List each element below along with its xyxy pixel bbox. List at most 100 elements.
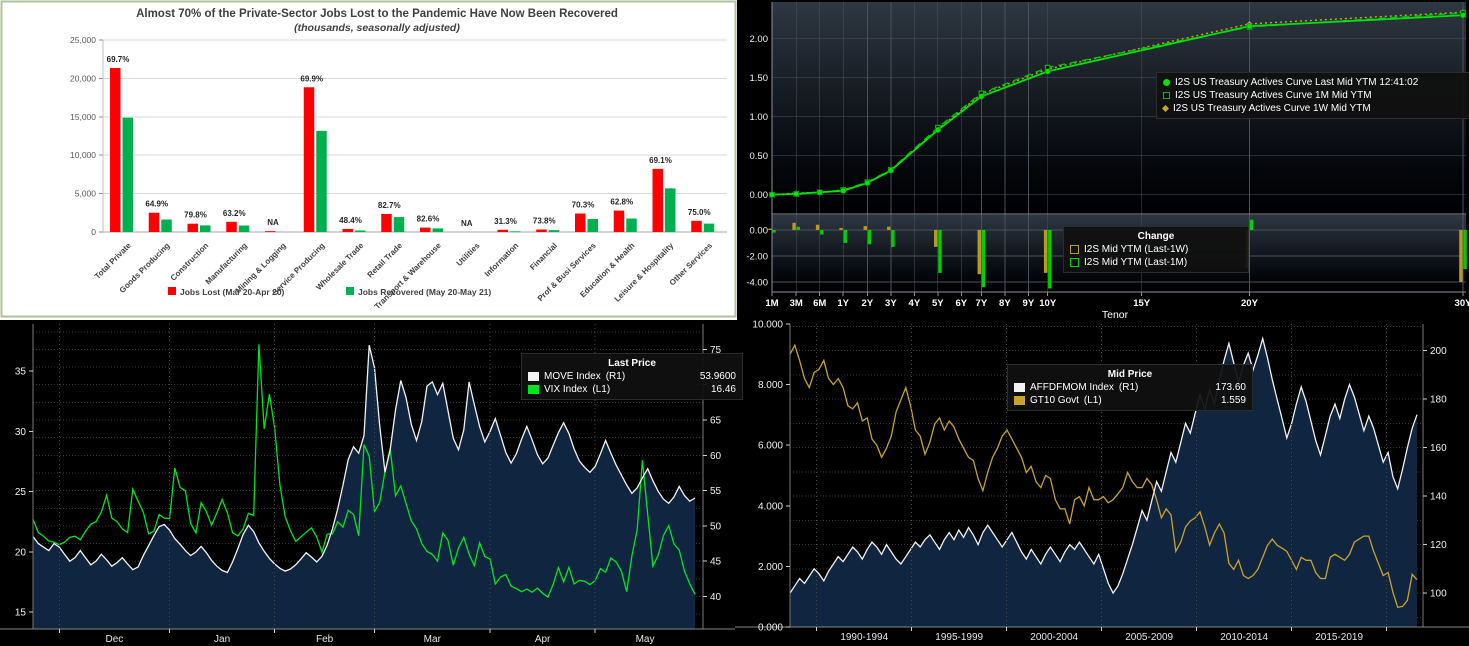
- x-axis-labels: 1990-19941995-19992000-20042005-20092010…: [817, 627, 1387, 643]
- svg-text:25,000: 25,000: [70, 35, 96, 45]
- svg-text:15Y: 15Y: [1133, 298, 1151, 309]
- legend-row-change-1m: I2S Mid YTM (Last-1M): [1070, 256, 1242, 269]
- svg-text:65: 65: [710, 416, 722, 427]
- svg-text:62.8%: 62.8%: [610, 198, 633, 207]
- svg-text:Jan: Jan: [214, 634, 230, 645]
- svg-text:2000-2004: 2000-2004: [1030, 632, 1078, 643]
- svg-text:10,000: 10,000: [70, 150, 96, 160]
- series-axis: (L1): [1084, 394, 1102, 407]
- affdfmom-gt10-panel[interactable]: 10.0008.0006.0004.0002.0000.000200180160…: [735, 320, 1469, 646]
- svg-text:69.9%: 69.9%: [300, 74, 323, 83]
- legend-row-affdfmom: AFFDFMOM Index (R1) 173.60: [1014, 381, 1246, 394]
- move-vix-panel[interactable]: 35302520157570656055504540DecJanFebMarAp…: [0, 320, 735, 646]
- svg-text:2005-2009: 2005-2009: [1125, 632, 1173, 643]
- series-name: MOVE Index: [544, 370, 601, 383]
- svg-text:82.6%: 82.6%: [417, 215, 440, 224]
- legend-row-1m: I2S US Treasury Actives Curve 1M Mid YTM: [1163, 89, 1469, 102]
- svg-text:Jobs Recovered (May 20-May 21): Jobs Recovered (May 20-May 21): [358, 287, 491, 297]
- svg-text:200: 200: [1430, 346, 1447, 357]
- svg-text:Tenor: Tenor: [1102, 309, 1129, 320]
- svg-text:9Y: 9Y: [1023, 298, 1035, 309]
- svg-text:69.1%: 69.1%: [649, 156, 672, 165]
- series-value: 16.46: [615, 383, 736, 396]
- svg-text:25: 25: [15, 487, 27, 498]
- svg-text:48.4%: 48.4%: [339, 216, 362, 225]
- series-value: 1.559: [1107, 394, 1246, 407]
- svg-text:4Y: 4Y: [909, 298, 921, 309]
- swatch-icon: [1014, 383, 1025, 392]
- svg-text:50: 50: [710, 521, 722, 532]
- svg-text:8.000: 8.000: [758, 380, 783, 391]
- series-axis: (R1): [606, 370, 625, 383]
- svg-text:30Y: 30Y: [1455, 298, 1469, 309]
- svg-text:0.00: 0.00: [750, 190, 769, 201]
- svg-text:0.00: 0.00: [750, 225, 769, 236]
- legend-row-change-1w: I2S Mid YTM (Last-1W): [1070, 243, 1242, 256]
- svg-text:NA: NA: [461, 219, 473, 228]
- swatch-outline-icon: [1070, 245, 1079, 254]
- mid-price-legend[interactable]: Mid Price AFFDFMOM Index (R1) 173.60 GT1…: [1007, 364, 1253, 411]
- series-name: GT10 Govt: [1030, 394, 1079, 407]
- svg-text:(thousands, seasonally adjuste: (thousands, seasonally adjusted): [294, 22, 460, 34]
- series-value: 173.60: [1143, 381, 1246, 394]
- svg-text:1M: 1M: [765, 298, 778, 309]
- svg-text:20Y: 20Y: [1241, 298, 1259, 309]
- svg-text:6M: 6M: [813, 298, 826, 309]
- svg-text:15: 15: [15, 608, 27, 619]
- svg-text:7Y: 7Y: [976, 298, 988, 309]
- curve-legend[interactable]: I2S US Treasury Actives Curve Last Mid Y…: [1156, 72, 1469, 119]
- legend-label: I2S Mid YTM (Last-1M): [1084, 256, 1187, 269]
- marker-asterisk-icon: [1162, 105, 1169, 112]
- svg-text:4.000: 4.000: [758, 501, 783, 512]
- svg-text:82.7%: 82.7%: [378, 201, 401, 210]
- svg-text:2Y: 2Y: [862, 298, 874, 309]
- terminal-screen: Almost 70% of the Private-Sector Jobs Lo…: [0, 0, 1469, 646]
- svg-text:31.3%: 31.3%: [494, 217, 517, 226]
- svg-text:5,000: 5,000: [75, 189, 97, 199]
- swatch-icon: [528, 372, 539, 381]
- legend-row-1w: I2S US Treasury Actives Curve 1W Mid YTM: [1163, 102, 1469, 115]
- x-axis-labels: DecJanFebMarAprMay20202021: [59, 629, 654, 646]
- svg-text:0.50: 0.50: [750, 151, 769, 162]
- change-legend[interactable]: Change I2S Mid YTM (Last-1W) I2S Mid YTM…: [1063, 226, 1249, 273]
- svg-text:10.000: 10.000: [752, 320, 783, 331]
- svg-text:30: 30: [15, 427, 27, 438]
- svg-text:120: 120: [1430, 540, 1447, 551]
- svg-text:0.000: 0.000: [758, 623, 783, 634]
- svg-text:-4.00: -4.00: [746, 277, 768, 288]
- svg-text:1990-1994: 1990-1994: [840, 632, 888, 643]
- svg-text:180: 180: [1430, 395, 1447, 406]
- swatch-icon: [1014, 396, 1025, 405]
- svg-text:40: 40: [710, 592, 722, 603]
- svg-text:May: May: [636, 634, 655, 645]
- jobs-chart: Almost 70% of the Private-Sector Jobs Lo…: [0, 0, 737, 320]
- legend-label: I2S Mid YTM (Last-1W): [1084, 243, 1188, 256]
- move-vix-legend[interactable]: Last Price MOVE Index (R1) 53.9600 VIX I…: [521, 353, 743, 400]
- svg-text:-2.00: -2.00: [746, 251, 768, 262]
- svg-text:1Y: 1Y: [837, 298, 849, 309]
- jobs-chart-panel: Almost 70% of the Private-Sector Jobs Lo…: [0, 0, 737, 320]
- svg-text:15,000: 15,000: [70, 112, 96, 122]
- legend-row-gt10: GT10 Govt (L1) 1.559: [1014, 394, 1246, 407]
- svg-text:Dec: Dec: [106, 634, 124, 645]
- legend-label: I2S US Treasury Actives Curve Last Mid Y…: [1175, 76, 1418, 89]
- legend-label: I2S US Treasury Actives Curve 1W Mid YTM: [1173, 102, 1371, 115]
- svg-text:3M: 3M: [790, 298, 803, 309]
- svg-text:140: 140: [1430, 492, 1447, 503]
- svg-text:Apr: Apr: [535, 634, 551, 645]
- swatch-outline-icon: [1070, 258, 1079, 267]
- legend-row-move: MOVE Index (R1) 53.9600: [528, 370, 736, 383]
- marker-dot-icon: [1163, 79, 1170, 86]
- svg-text:2015-2019: 2015-2019: [1315, 632, 1363, 643]
- legend-label: I2S US Treasury Actives Curve 1M Mid YTM: [1175, 89, 1372, 102]
- series-axis: (L1): [592, 383, 610, 396]
- svg-text:45: 45: [710, 557, 722, 568]
- svg-text:70.3%: 70.3%: [572, 201, 595, 210]
- series-axis: (R1): [1119, 381, 1138, 394]
- svg-text:2.000: 2.000: [758, 562, 783, 573]
- svg-text:1.00: 1.00: [750, 112, 769, 123]
- svg-text:NA: NA: [267, 218, 279, 227]
- svg-text:8Y: 8Y: [999, 298, 1011, 309]
- tenor-axis: 1M3M6M1Y2Y3Y4Y5Y6Y7Y8Y9Y10Y15Y20Y30YTeno…: [765, 292, 1469, 320]
- treasury-curve-panel[interactable]: 2.001.501.000.500.000.00-2.00-4.001M3M6M…: [737, 0, 1469, 320]
